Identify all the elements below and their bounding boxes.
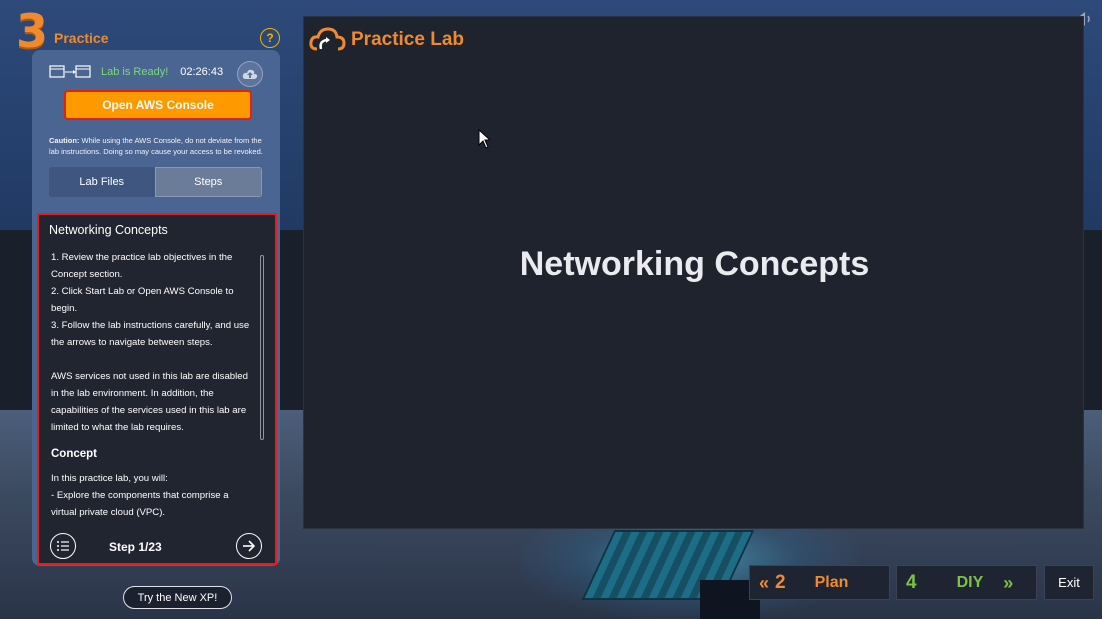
question-circle-icon[interactable]: ? <box>260 28 280 48</box>
double-chevron-left-icon: « <box>759 572 770 593</box>
nav-prev-label: Plan <box>814 573 849 591</box>
steps-panel: Networking Concepts 1. Review the practi… <box>37 213 277 565</box>
nav-next-label: DIY <box>956 573 984 591</box>
try-new-xp-button[interactable]: Try the New XP! <box>123 586 232 609</box>
nav-previous-plan[interactable]: « 2 Plan <box>749 565 890 600</box>
logo-text: Practice Lab <box>351 29 464 50</box>
steps-content: 1. Review the practice lab objectives in… <box>51 249 251 436</box>
caution-label: Caution: <box>49 136 80 145</box>
caution-body: While using the AWS Console, do not devi… <box>49 136 263 156</box>
mouse-cursor-icon <box>478 129 490 149</box>
step-instruction: 3. Follow the lab instructions carefully… <box>51 320 250 348</box>
concept-heading: Concept <box>51 448 97 460</box>
nav-prev-number: 2 <box>775 571 786 593</box>
arrow-right-icon <box>243 540 256 552</box>
concept-intro: In this practice lab, you will: <box>51 473 168 484</box>
step-counter: Step 1/23 <box>109 540 162 554</box>
lab-status: Lab is Ready! <box>101 66 169 78</box>
video-title: Networking Concepts <box>519 245 870 283</box>
nav-next-number: 4 <box>906 571 917 593</box>
nav-next-diy[interactable]: 4 DIY » <box>896 565 1037 600</box>
tab-steps[interactable]: Steps <box>154 167 262 197</box>
video-area[interactable]: Practice Lab Networking Concepts <box>303 16 1084 529</box>
steps-note: AWS services not used in this lab are di… <box>51 371 248 433</box>
step-title: Practice <box>54 30 109 46</box>
steps-scrollbar[interactable] <box>260 255 264 440</box>
lab-status-row: Lab is Ready! 02:26:43 <box>49 63 269 81</box>
cloud-logo-icon <box>309 27 346 51</box>
step-instruction: 1. Review the practice lab objectives in… <box>51 252 233 280</box>
next-step-button[interactable] <box>236 533 262 559</box>
concept-content: In this practice lab, you will: - Explor… <box>51 470 256 521</box>
practice-lab-logo: Practice Lab <box>309 25 464 55</box>
double-chevron-right-icon: » <box>1003 572 1014 593</box>
lab-timer: 02:26:43 <box>180 66 224 78</box>
cloud-upload-icon <box>242 69 258 79</box>
step-instruction: 2. Click Start Lab or Open AWS Console t… <box>51 286 234 314</box>
exit-button[interactable]: Exit <box>1044 565 1094 600</box>
steps-heading: Networking Concepts <box>49 223 168 237</box>
step-list-button[interactable] <box>50 533 76 559</box>
step-number: 3 <box>16 4 49 58</box>
cloud-button[interactable] <box>237 61 263 87</box>
list-icon <box>57 541 69 551</box>
open-aws-console-button[interactable]: Open AWS Console <box>64 90 252 120</box>
window-transfer-icon <box>49 65 91 78</box>
lab-tabs: Lab Files Steps <box>49 167 262 197</box>
concept-item: - Explore the components that comprise a… <box>51 490 229 518</box>
tab-lab-files[interactable]: Lab Files <box>49 167 155 197</box>
caution-text: Caution: While using the AWS Console, do… <box>49 135 271 157</box>
